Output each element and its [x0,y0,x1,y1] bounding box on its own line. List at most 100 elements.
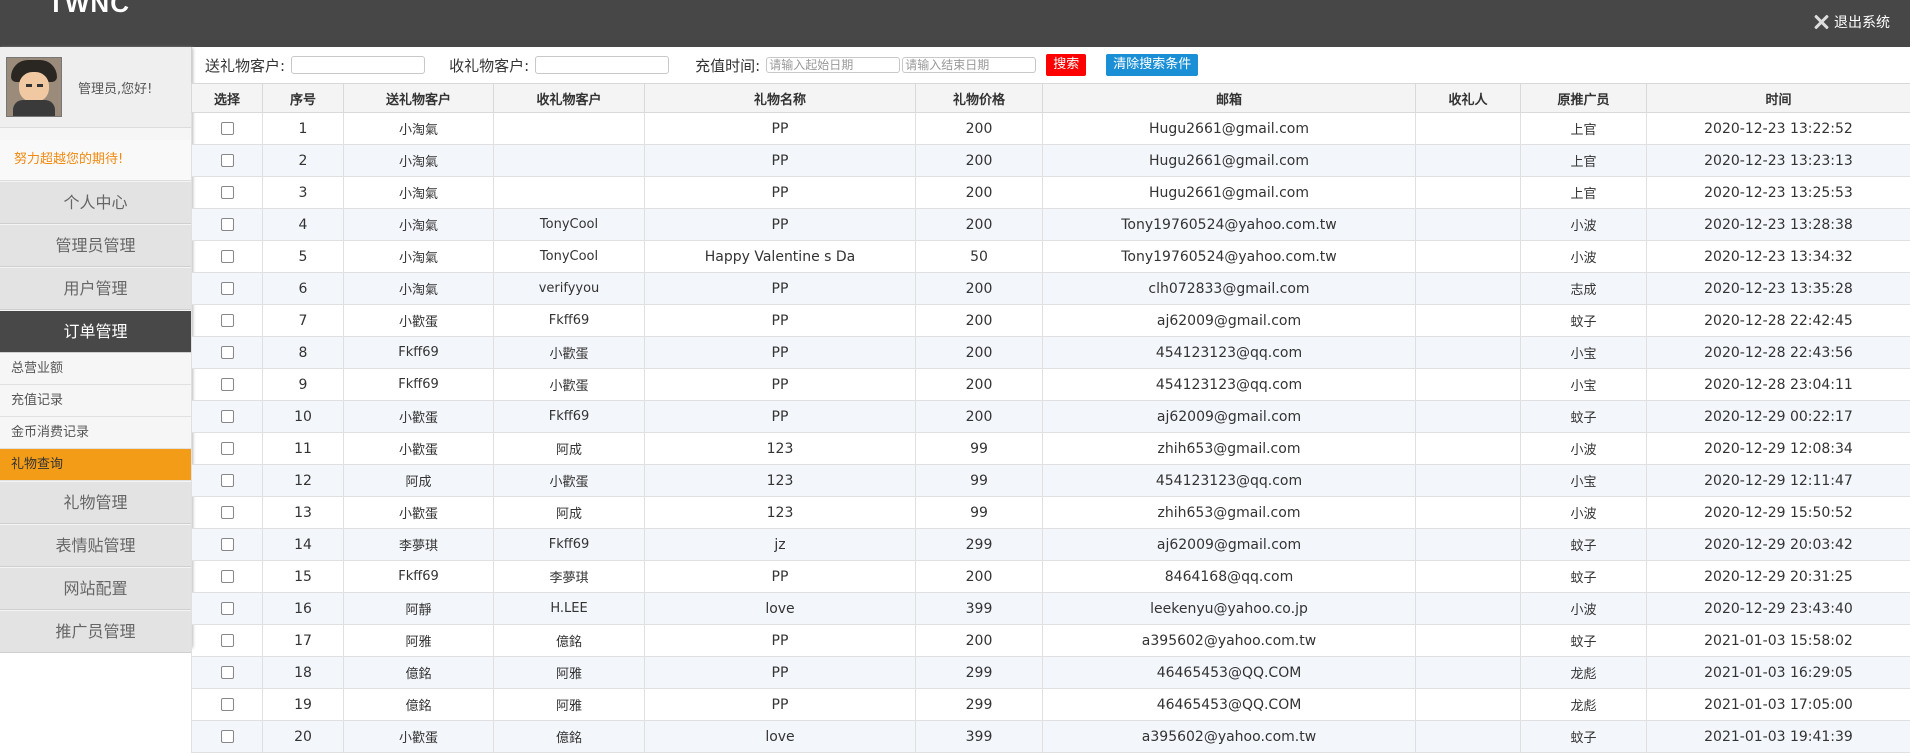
cell-email: Hugu2661@gmail.com [1043,177,1416,209]
column-header-5: 礼物价格 [916,84,1043,113]
receiver-input[interactable] [535,56,669,74]
cell-recipient [1416,369,1521,401]
select-cell [192,273,263,305]
cell-time: 2020-12-23 13:22:52 [1647,113,1910,145]
cell-sender: 阿成 [344,465,494,497]
select-cell [192,369,263,401]
sidebar-item-1[interactable]: 管理员管理 [0,224,191,267]
cell-receiver: 阿雅 [494,689,645,721]
row-checkbox[interactable] [221,474,234,487]
cell-gift-price: 399 [916,721,1043,753]
end-date-input[interactable] [902,57,1036,73]
sidebar-item-after-3[interactable]: 推广员管理 [0,610,191,653]
row-checkbox[interactable] [221,410,234,423]
cell-promoter: 小波 [1521,433,1647,465]
cell-time: 2020-12-28 22:43:56 [1647,337,1910,369]
cell-row-index: 14 [263,529,344,561]
sidebar-item-order-management[interactable]: 订单管理 [0,310,191,353]
cell-recipient [1416,113,1521,145]
cell-promoter: 蚊子 [1521,561,1647,593]
row-checkbox[interactable] [221,666,234,679]
sidebar-item-after-2[interactable]: 网站配置 [0,567,191,610]
cell-time: 2020-12-29 15:50:52 [1647,497,1910,529]
cell-gift-name: PP [645,689,916,721]
select-cell [192,561,263,593]
clear-search-button[interactable]: 清除搜索条件 [1106,54,1198,76]
row-checkbox[interactable] [221,570,234,583]
row-checkbox[interactable] [221,282,234,295]
table-row: 4小淘氣TonyCoolPP200Tony19760524@yahoo.com.… [192,209,1910,241]
column-header-2: 送礼物客户 [344,84,494,113]
cell-row-index: 10 [263,401,344,433]
cell-sender: 小歡蛋 [344,401,494,433]
row-checkbox[interactable] [221,634,234,647]
row-checkbox[interactable] [221,250,234,263]
cell-gift-name: love [645,721,916,753]
row-checkbox[interactable] [221,186,234,199]
row-checkbox[interactable] [221,602,234,615]
start-date-input[interactable] [766,57,900,73]
cell-time: 2021-01-03 17:05:00 [1647,689,1910,721]
logout-button[interactable]: 退出系统 [1812,12,1890,32]
cell-receiver: Fkff69 [494,529,645,561]
cell-gift-name: PP [645,369,916,401]
row-checkbox[interactable] [221,538,234,551]
cell-row-index: 11 [263,433,344,465]
row-checkbox[interactable] [221,314,234,327]
cell-receiver [494,145,645,177]
cell-receiver: 阿成 [494,433,645,465]
table-row: 6小淘氣verifyyouPP200clh072833@gmail.com志成2… [192,273,1910,305]
table-header: 选择序号送礼物客户收礼物客户礼物名称礼物价格邮箱收礼人原推广员时间 [192,84,1910,113]
cell-receiver: 小歡蛋 [494,337,645,369]
table-row: 20小歡蛋億銘love399a395602@yahoo.com.tw蚊子2021… [192,721,1910,753]
sidebar-item-after-0[interactable]: 礼物管理 [0,481,191,524]
row-checkbox[interactable] [221,730,234,743]
cell-gift-name: PP [645,401,916,433]
table-row: 5小淘氣TonyCoolHappy Valentine s Da50Tony19… [192,241,1910,273]
sidebar-item-after-1[interactable]: 表情贴管理 [0,524,191,567]
logo: TWNC [48,0,130,19]
cell-recipient [1416,625,1521,657]
row-checkbox[interactable] [221,506,234,519]
submenu-item-3[interactable]: 礼物查询 [0,449,191,481]
cell-gift-name: 123 [645,433,916,465]
cell-gift-price: 50 [916,241,1043,273]
cell-recipient [1416,401,1521,433]
cell-time: 2020-12-29 20:31:25 [1647,561,1910,593]
cell-gift-name: PP [645,561,916,593]
cell-email: 46465453@QQ.COM [1043,689,1416,721]
cell-gift-price: 99 [916,497,1043,529]
row-checkbox[interactable] [221,378,234,391]
cell-row-index: 3 [263,177,344,209]
cell-gift-price: 99 [916,465,1043,497]
submenu-item-1[interactable]: 充值记录 [0,385,191,417]
cell-row-index: 15 [263,561,344,593]
sidebar-item-2[interactable]: 用户管理 [0,267,191,310]
row-checkbox[interactable] [221,122,234,135]
cell-time: 2020-12-28 23:04:11 [1647,369,1910,401]
select-cell [192,689,263,721]
cell-email: 454123123@qq.com [1043,337,1416,369]
row-checkbox[interactable] [221,346,234,359]
cell-promoter: 龙彪 [1521,689,1647,721]
cell-sender: 小淘氣 [344,145,494,177]
close-icon [1812,13,1830,31]
cell-row-index: 7 [263,305,344,337]
select-cell [192,401,263,433]
sidebar-item-0[interactable]: 个人中心 [0,181,191,224]
submenu-item-2[interactable]: 金币消费记录 [0,417,191,449]
cell-time: 2020-12-23 13:25:53 [1647,177,1910,209]
cell-promoter: 小宝 [1521,369,1647,401]
row-checkbox[interactable] [221,218,234,231]
sender-input[interactable] [291,56,425,74]
row-checkbox[interactable] [221,698,234,711]
cell-email: zhih653@gmail.com [1043,433,1416,465]
cell-gift-price: 200 [916,337,1043,369]
row-checkbox[interactable] [221,154,234,167]
cell-sender: 小淘氣 [344,209,494,241]
submenu-item-0[interactable]: 总营业额 [0,353,191,385]
cell-email: 454123123@qq.com [1043,465,1416,497]
cell-sender: 阿靜 [344,593,494,625]
row-checkbox[interactable] [221,442,234,455]
search-button[interactable]: 搜索 [1046,54,1086,76]
